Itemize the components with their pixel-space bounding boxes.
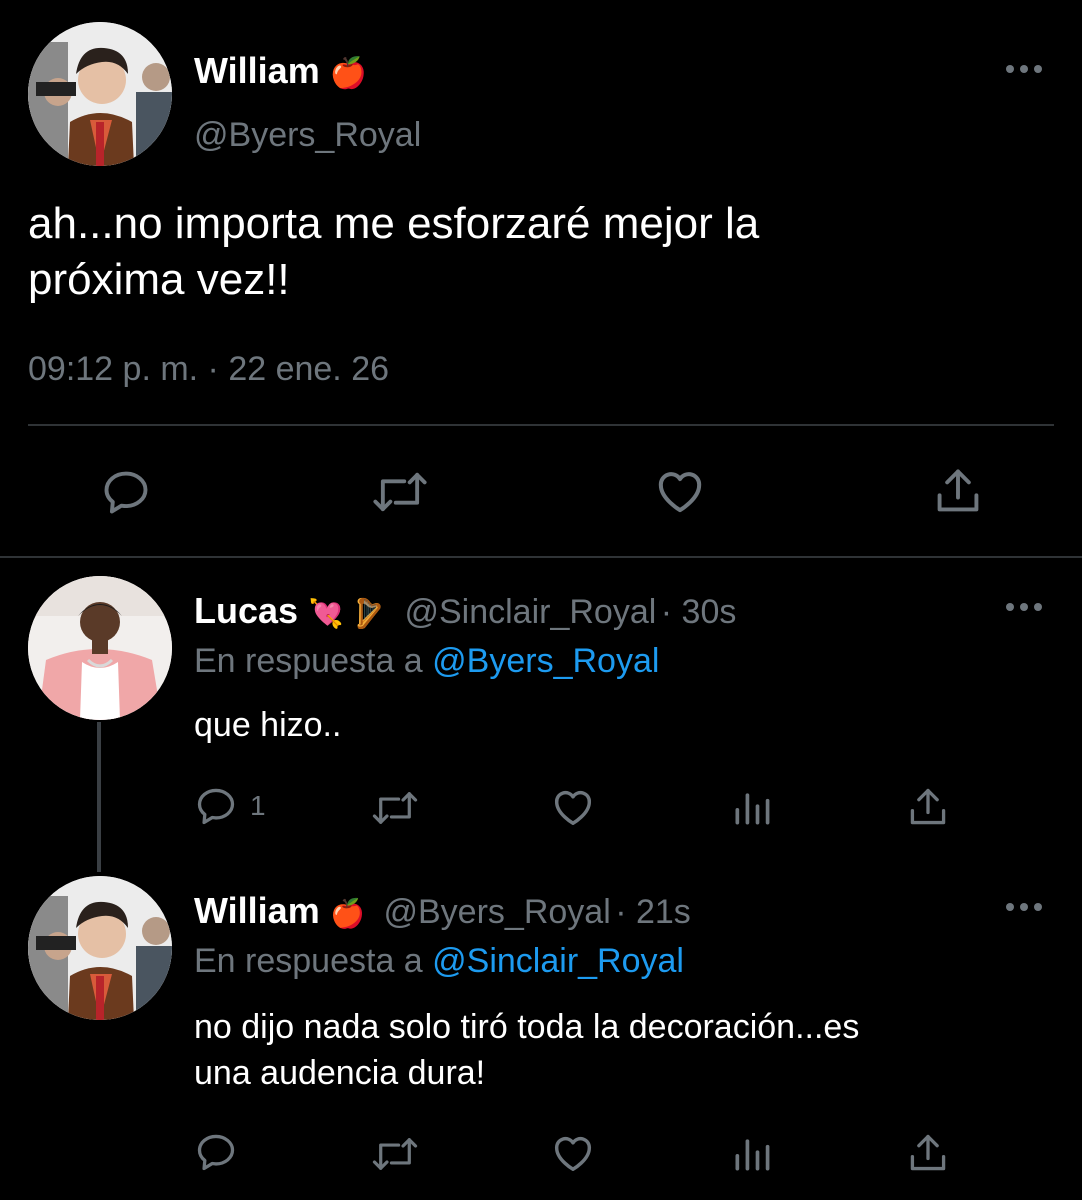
reply-text-line: no dijo nada solo tiró toda la decoració… xyxy=(194,1008,860,1046)
avatar-lucas[interactable] xyxy=(28,576,172,720)
reply-to-link[interactable]: @Byers_Royal xyxy=(432,642,659,680)
reply-text: no dijo nada solo tiró toda la decoració… xyxy=(194,1004,1054,1096)
author-handle[interactable]: @Byers_Royal xyxy=(194,116,421,155)
like-icon[interactable] xyxy=(550,1130,596,1176)
lucas-emojis: 💘 🪉 xyxy=(308,598,387,629)
analytics-icon[interactable] xyxy=(730,1132,774,1176)
more-icon[interactable] xyxy=(1006,64,1042,74)
analytics-icon[interactable] xyxy=(730,786,774,830)
reply-context: En respuesta a @Sinclair_Royal xyxy=(194,942,684,981)
section-divider xyxy=(0,556,1082,558)
reply-prefix: En respuesta a xyxy=(194,642,433,680)
reply-time[interactable]: · 21s xyxy=(615,893,691,931)
reply-icon[interactable] xyxy=(194,1130,238,1174)
reply-count: 1 xyxy=(250,790,266,821)
share-icon[interactable] xyxy=(932,464,984,518)
reply-context: En respuesta a @Byers_Royal xyxy=(194,642,659,681)
like-icon[interactable] xyxy=(652,464,708,518)
apple-emoji: 🍎 xyxy=(329,57,368,90)
avatar-william[interactable] xyxy=(28,22,172,166)
share-icon[interactable] xyxy=(906,784,950,830)
retweet-icon[interactable] xyxy=(370,786,420,830)
retweet-icon[interactable] xyxy=(370,1132,420,1176)
reply-text-line: una audencia dura! xyxy=(194,1054,486,1092)
author-name[interactable]: William xyxy=(194,890,320,931)
avatar-william[interactable] xyxy=(28,876,172,1020)
retweet-icon[interactable] xyxy=(370,466,430,518)
reply-icon[interactable] xyxy=(100,466,152,518)
reply-icon[interactable] xyxy=(194,784,238,828)
apple-emoji: 🍎 xyxy=(330,898,366,929)
more-icon[interactable] xyxy=(1006,902,1042,912)
reply-prefix: En respuesta a xyxy=(194,942,433,980)
tweet-text-line: ah...no importa me esforzaré mejor la xyxy=(28,199,760,248)
reply-time[interactable]: · 30s xyxy=(661,593,737,631)
divider xyxy=(28,424,1054,426)
reply-to-link[interactable]: @Sinclair_Royal xyxy=(432,942,684,980)
author-name[interactable]: William xyxy=(194,50,320,91)
reply-text: que hizo.. xyxy=(194,706,342,744)
share-icon[interactable] xyxy=(906,1130,950,1176)
tweet-text: ah...no importa me esforzaré mejor la pr… xyxy=(28,196,1048,308)
like-icon[interactable] xyxy=(550,784,596,830)
tweet-timestamp[interactable]: 09:12 p. m. · 22 ene. 26 xyxy=(28,350,389,389)
tweet-text-line: próxima vez!! xyxy=(28,255,290,304)
author-handle[interactable]: @Sinclair_Royal xyxy=(404,593,656,631)
author-name[interactable]: Lucas xyxy=(194,590,298,631)
author-handle[interactable]: @Byers_Royal xyxy=(383,893,610,931)
more-icon[interactable] xyxy=(1006,602,1042,612)
thread-line xyxy=(97,722,101,872)
